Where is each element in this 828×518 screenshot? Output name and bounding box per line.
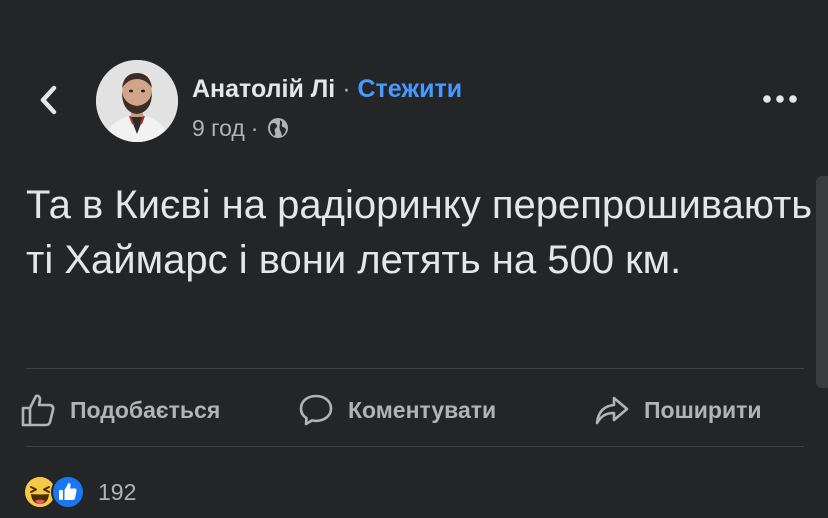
action-bar: Подобається Коментувати Поширити xyxy=(20,388,810,432)
avatar-image xyxy=(96,60,178,142)
thumbs-up-icon xyxy=(21,394,55,427)
scroll-indicator[interactable] xyxy=(816,176,828,388)
comment-icon xyxy=(299,394,333,426)
author-name[interactable]: Анатолій Лі xyxy=(192,75,335,103)
comment-label: Коментувати xyxy=(348,396,497,423)
globe-icon[interactable] xyxy=(266,116,290,140)
share-button[interactable]: Поширити xyxy=(594,388,761,432)
divider-bottom xyxy=(26,446,804,447)
post-timestamp[interactable]: 9 год xyxy=(192,113,245,143)
like-label: Подобається xyxy=(70,396,221,423)
more-options-button[interactable] xyxy=(758,84,802,114)
share-label: Поширити xyxy=(644,396,762,423)
header-separator: · xyxy=(342,75,351,103)
like-reaction-icon xyxy=(51,475,85,509)
divider-top xyxy=(26,368,804,369)
post-text: Та в Києві на радіоринку перепрошивають … xyxy=(26,183,813,282)
post-header: Анатолій Лі · Стежити xyxy=(192,72,462,106)
chevron-left-icon xyxy=(40,85,57,115)
follow-link[interactable]: Стежити xyxy=(357,75,462,103)
reaction-count: 192 xyxy=(98,478,137,505)
reactions-summary[interactable]: 192 xyxy=(22,474,136,510)
meta-separator: · xyxy=(250,115,259,141)
share-icon xyxy=(595,396,629,425)
more-options-icon xyxy=(763,95,797,103)
avatar[interactable] xyxy=(96,60,178,142)
post-meta: 9 год · xyxy=(192,113,290,143)
comment-button[interactable]: Коментувати xyxy=(298,388,496,432)
back-button[interactable] xyxy=(28,80,68,120)
like-button[interactable]: Подобається xyxy=(20,388,220,432)
